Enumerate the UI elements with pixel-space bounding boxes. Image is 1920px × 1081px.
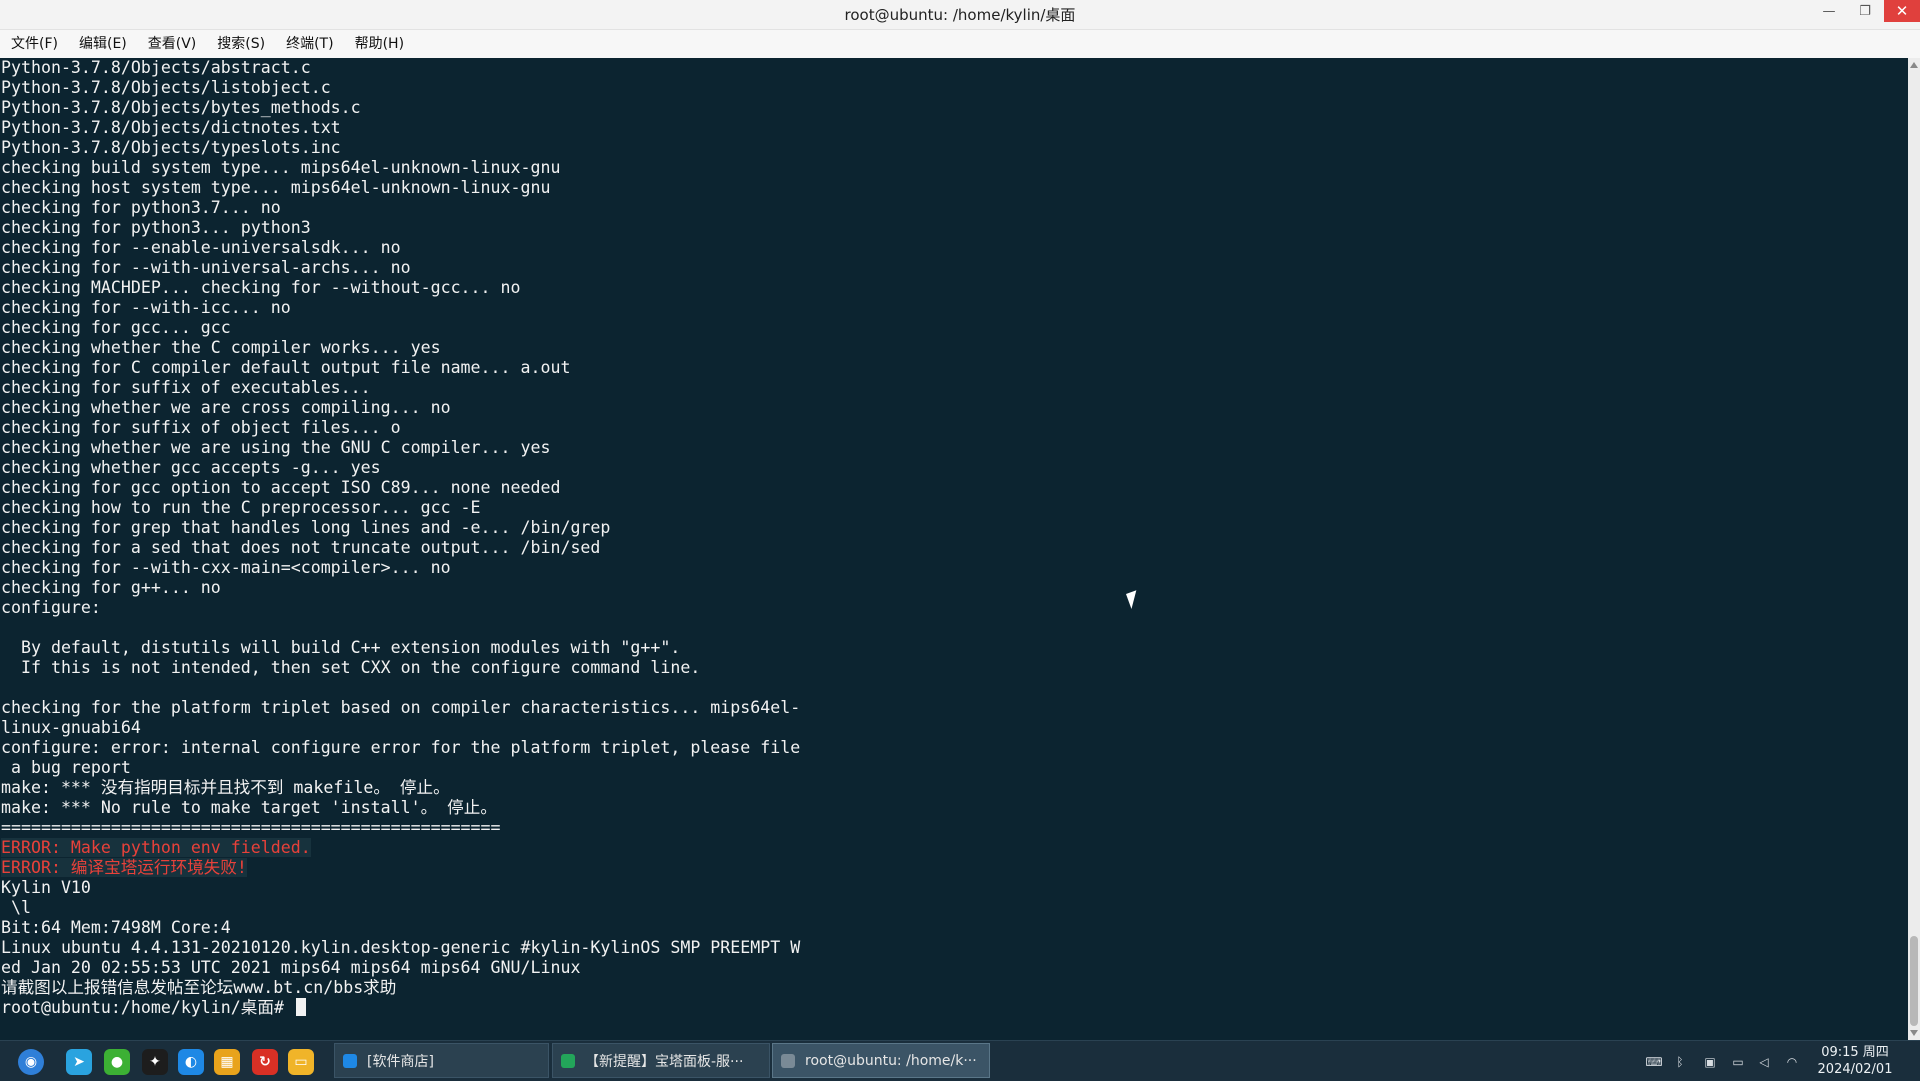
update-icon[interactable]: ▣ [1702,1054,1718,1070]
start-menu-icon[interactable]: ◉ [18,1049,44,1075]
terminal-line: ed Jan 20 02:55:53 UTC 2021 mips64 mips6… [1,958,581,977]
terminal-line: linux-gnuabi64 [1,718,141,737]
menu-file[interactable]: 文件(F) [0,30,68,58]
menu-search[interactable]: 搜索(S) [206,30,275,58]
clock-date: 2024/02/01 [1817,1062,1893,1077]
error-line: ERROR: Make python env fielded. [1,838,1908,858]
taskbar-window-label: root@ubuntu: /home/k··· [805,1052,977,1069]
taskbar-window-label: 【新提醒】宝塔面板-服··· [585,1053,744,1070]
terminal-line: checking for gcc... gcc [1,318,231,337]
clock-time: 09:15 周四 [1821,1045,1889,1060]
pdf-reader-icon[interactable]: ↻ [252,1049,278,1075]
terminal-line: checking for --enable-universalsdk... no [1,238,401,257]
terminal-line: checking whether the C compiler works...… [1,338,441,357]
keyboard-icon[interactable]: ⌨ [1645,1054,1662,1070]
terminal-text: Python-3.7.8/Objects/abstract.c Python-3.… [0,58,1908,1018]
menu-view[interactable]: 查看(V) [137,30,207,58]
terminal-line: Python-3.7.8/Objects/dictnotes.txt [1,118,341,137]
terminal-line: Python-3.7.8/Objects/typeslots.inc [1,138,341,157]
terminal-line: Python-3.7.8/Objects/bytes_methods.c [1,98,361,117]
terminal-line: checking build system type... mips64el-u… [1,158,561,177]
terminal-line: checking for suffix of object files... o [1,418,401,437]
software-center-icon[interactable]: ▦ [214,1049,240,1075]
terminal-line: checking for --with-icc... no [1,298,291,317]
terminal-line: checking for --with-universal-archs... n… [1,258,411,277]
error-line: ERROR: 编译宝塔运行环境失败! [1,858,1908,878]
taskbar-window-button[interactable]: [软件商店] [334,1043,549,1078]
taskbar-window-label: [软件商店] [367,1053,434,1070]
terminal-line: Bit:64 Mem:7498M Core:4 [1,918,231,937]
terminal-line: configure: error: internal configure err… [1,738,801,757]
window-app-icon [343,1053,357,1068]
error-message: ERROR: 编译宝塔运行环境失败! [1,858,247,877]
terminal-scrollbar[interactable] [1908,58,1920,1040]
terminal-line: checking whether gcc accepts -g... yes [1,458,381,477]
taskbar-window-button[interactable]: 【新提醒】宝塔面板-服··· [552,1043,770,1078]
browser-icon[interactable]: ◐ [178,1049,204,1075]
terminal-line: checking host system type... mips64el-un… [1,178,551,197]
terminal-line: Python-3.7.8/Objects/abstract.c [1,58,311,77]
terminal-line: ========================================… [1,818,501,837]
menu-edit[interactable]: 编辑(E) [68,30,137,58]
terminal-line: checking for python3... python3 [1,218,311,237]
window-app-icon [561,1053,575,1068]
terminal-line: configure: [1,598,101,617]
terminal-line: make: *** 没有指明目标并且找不到 makefile。 停止。 [1,778,450,797]
terminal-line: checking for the platform triplet based … [1,698,801,717]
shell-prompt: root@ubuntu:/home/kylin/桌面# [1,998,294,1017]
terminal-line: checking for grep that handles long line… [1,518,611,537]
bluetooth-icon[interactable]: ᛒ [1672,1054,1688,1070]
terminal-line: Kylin V10 [1,878,91,897]
terminal-line: checking whether we are using the GNU C … [1,438,551,457]
menu-terminal[interactable]: 终端(T) [275,30,343,58]
terminal-line: By default, distutils will build C++ ext… [1,638,681,657]
telegram-icon[interactable]: ➤ [66,1049,92,1075]
menu-help[interactable]: 帮助(H) [344,30,414,58]
file-manager-icon[interactable]: ▭ [288,1049,314,1075]
terminal-line: Python-3.7.8/Objects/listobject.c [1,78,331,97]
terminal-line: a bug report [1,758,131,777]
wechat-icon[interactable]: ● [104,1049,130,1075]
volume-icon[interactable]: ◁ [1756,1054,1772,1070]
battery-icon[interactable]: ▭ [1730,1054,1746,1070]
minimize-icon[interactable]: — [1812,0,1846,22]
terminal-line: checking whether we are cross compiling.… [1,398,451,417]
terminal-line: checking for suffix of executables... [1,378,371,397]
terminal-line: make: *** No rule to make target 'instal… [1,798,497,817]
terminal-line: checking for python3.7... no [1,198,281,217]
system-clock[interactable]: 09:15 周四 2024/02/01 [1800,1044,1910,1078]
terminal-line: checking how to run the C preprocessor..… [1,498,481,517]
terminal-line: Linux ubuntu 4.4.131-20210120.kylin.desk… [1,938,801,957]
terminal-output[interactable]: Python-3.7.8/Objects/abstract.c Python-3.… [0,58,1908,1040]
shell-prompt-line[interactable]: root@ubuntu:/home/kylin/桌面# [1,998,1908,1018]
close-icon[interactable]: ✕ [1884,0,1920,22]
wifi-icon[interactable]: ◠ [1784,1054,1800,1070]
terminal-line: checking for C compiler default output f… [1,358,571,377]
terminal-line: checking for a sed that does not truncat… [1,538,601,557]
qq-icon[interactable]: ✦ [142,1049,168,1075]
terminal-line: checking for gcc option to accept ISO C8… [1,478,561,497]
terminal-line: checking MACHDEP... checking for --witho… [1,278,521,297]
scrollbar-thumb[interactable] [1910,936,1918,1026]
window-app-icon [781,1053,795,1068]
menu-bar: 文件(F) 编辑(E) 查看(V) 搜索(S) 终端(T) 帮助(H) [0,30,1920,58]
terminal-line: If this is not intended, then set CXX on… [1,658,701,677]
terminal-line: checking for g++... no [1,578,221,597]
maximize-icon[interactable]: ❐ [1848,0,1882,22]
taskbar-window-button[interactable]: root@ubuntu: /home/k··· [772,1043,990,1078]
error-message: ERROR: Make python env fielded. [1,838,311,857]
scroll-up-icon[interactable] [1910,62,1918,68]
window-title: root@ubuntu: /home/kylin/桌面 [844,6,1076,24]
text-cursor [295,998,306,1016]
terminal-line: 请截图以上报错信息发帖至论坛www.bt.cn/bbs求助 [1,978,397,997]
scroll-down-icon[interactable] [1910,1030,1918,1036]
terminal-line: checking for --with-cxx-main=<compiler>.… [1,558,451,577]
window-title-bar[interactable]: root@ubuntu: /home/kylin/桌面 — ❐ ✕ [0,0,1920,30]
terminal-line: \l [1,898,31,917]
